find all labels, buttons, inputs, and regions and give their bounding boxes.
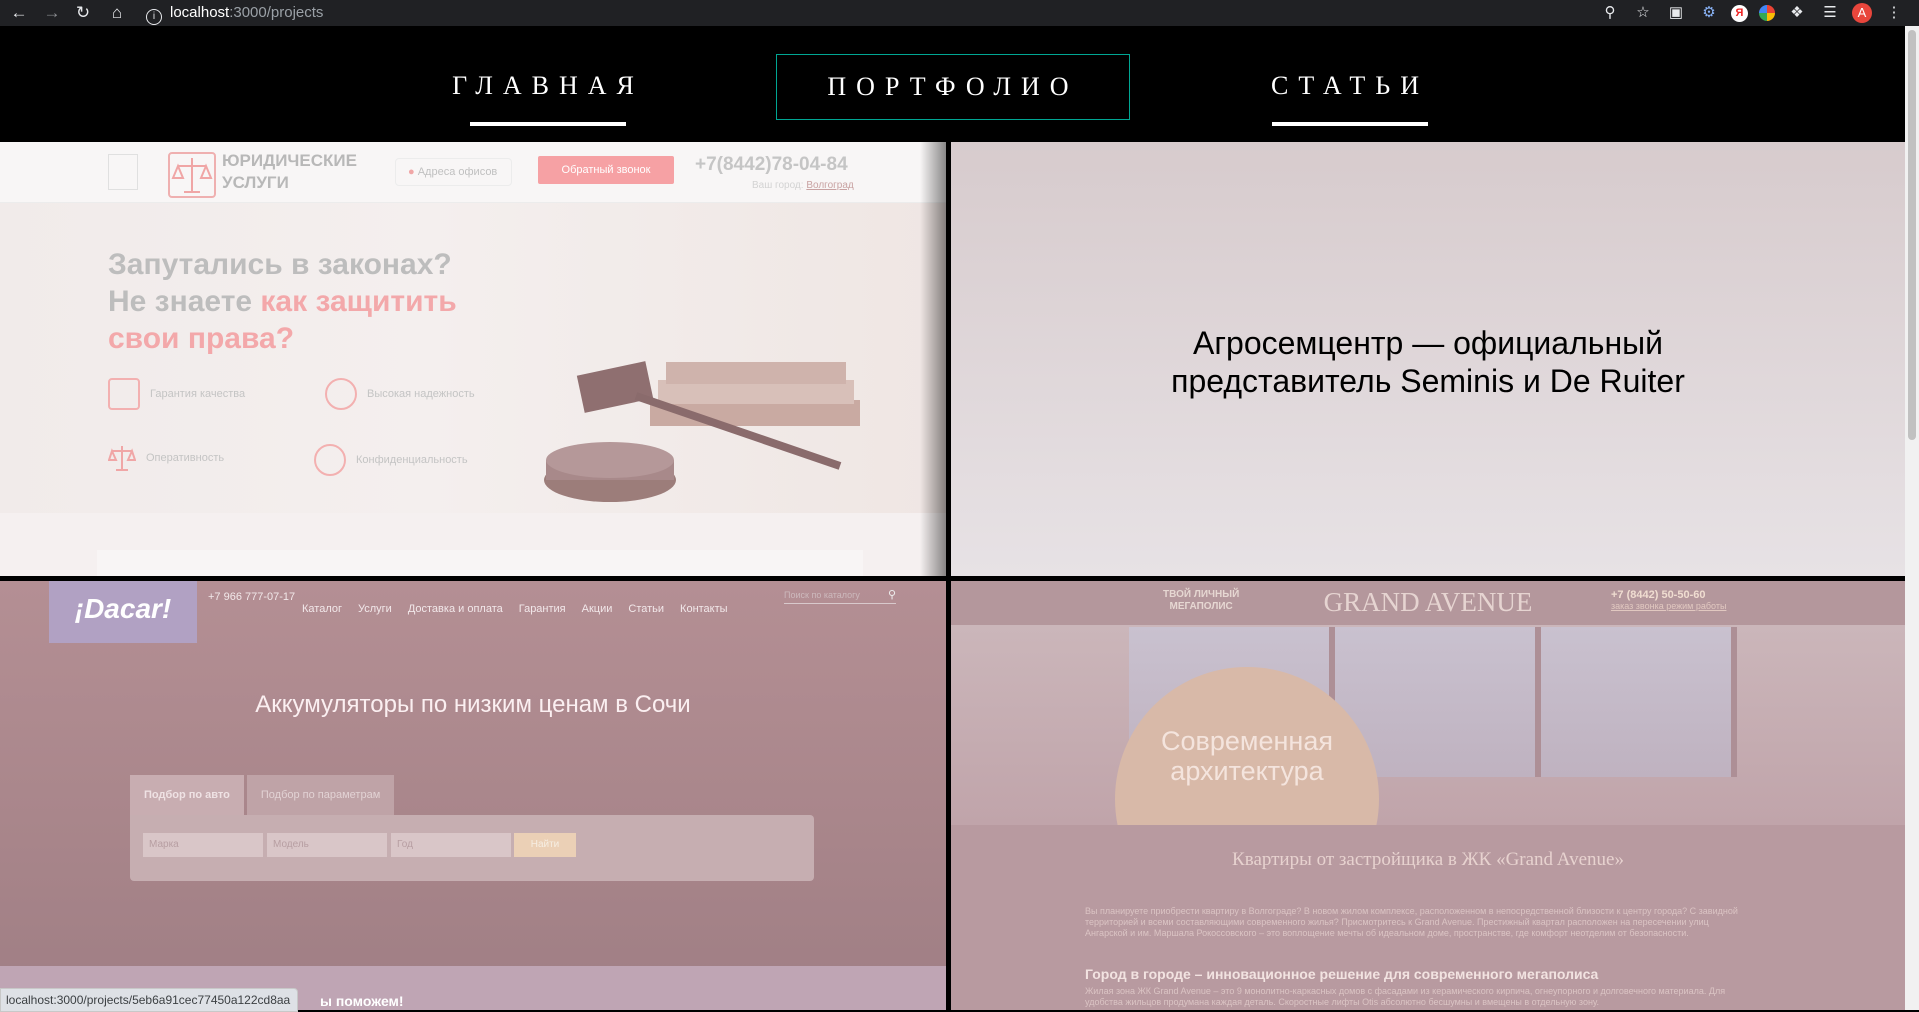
grand-paragraph: Вы планируете приобрести квартиру в Волг… [1085, 906, 1738, 938]
grand-subheading: Город в городе – инновационное решение д… [1085, 966, 1599, 982]
reload-icon[interactable]: ↻ [72, 2, 94, 24]
nav-articles[interactable]: СТАТЬИ [1258, 54, 1442, 118]
gear-extension-icon[interactable]: ⚙ [1698, 2, 1720, 24]
gavel-books-image [544, 361, 860, 502]
browser-actions: ⚲ ☆ ▣ ⚙ Я ❖ ☰ A ⋮ [1599, 2, 1905, 24]
dacar-filter-panel: Марка Модель Год Найти [130, 815, 814, 881]
legal-callback-button: Обратный звонок [538, 156, 674, 184]
dacar-menu-item: Статьи [628, 603, 665, 615]
reliability-icon [325, 378, 357, 410]
legal-logo-icon [168, 152, 216, 198]
profile-avatar[interactable]: A [1852, 3, 1872, 23]
legal-card-shadow [920, 142, 946, 576]
dacar-logo: ¡Dacar! [49, 581, 197, 643]
legal-menu-icon [108, 154, 138, 190]
project-card-agro[interactable]: Агросемцентр — официальный представитель… [951, 142, 1905, 576]
home-icon[interactable]: ⌂ [106, 2, 128, 24]
dacar-tabs: Подбор по авто Подбор по параметрам [130, 775, 395, 815]
dacar-select-make: Марка [143, 833, 263, 857]
more-menu-icon[interactable]: ⋮ [1883, 2, 1905, 24]
legal-phone: +7(8442)78-04-84 [695, 154, 848, 175]
window-pane [1541, 627, 1737, 777]
grand-brand: GRAND AVENUE [1323, 587, 1533, 617]
grand-paragraph-2: Жилая зона ЖК Grand Avenue – это 9 монол… [1085, 986, 1726, 1007]
legal-feature: Высокая надежность [325, 378, 475, 410]
bookmark-star-icon[interactable]: ☆ [1632, 2, 1654, 24]
grand-heading: Квартиры от застройщика в ЖК «Grand Aven… [1232, 849, 1624, 870]
dacar-tab-params: Подбор по параметрам [246, 775, 395, 815]
dacar-select-model: Модель [267, 833, 387, 857]
clock-icon [314, 444, 346, 476]
forward-icon[interactable]: → [41, 2, 63, 24]
dacar-bottom-text: ы поможем! [320, 993, 404, 1009]
dacar-tab-auto: Подбор по авто [130, 775, 244, 815]
agro-title: Агросемцентр — официальный представитель… [1171, 325, 1685, 399]
project-card-grand-avenue[interactable]: ТВОЙ ЛИЧНЫЙ МЕГАПОЛИС GRAND AVENUE +7 (8… [951, 581, 1905, 1010]
legal-feature: Конфиденциальность [314, 444, 468, 476]
grid-divider-horizontal [0, 576, 1905, 581]
legal-address-button: ● Адреса офисов [395, 158, 513, 186]
location-pin-icon: ● [408, 166, 415, 178]
project-card-dacar[interactable]: ¡Dacar! +7 966 777-07-17 Каталог Услуги … [0, 581, 946, 1010]
browser-toolbar: ← → ↻ ⌂ i localhost:3000/projects ⚲ ☆ ▣ ⚙… [0, 0, 1919, 26]
dacar-search: Поиск по каталогу ⚲ [784, 587, 896, 604]
scrollbar-thumb[interactable] [1908, 30, 1916, 440]
dacar-menu: Каталог Услуги Доставка и оплата Гаранти… [302, 603, 728, 615]
legal-headline: Запутались в законах? Не знаете как защи… [108, 248, 457, 355]
camera-extension-icon[interactable]: ▣ [1665, 2, 1687, 24]
dacar-menu-item: Доставка и оплата [407, 603, 503, 615]
dacar-menu-item: Услуги [358, 603, 392, 615]
dacar-menu-item: Гарантия [518, 603, 566, 615]
legal-next-section [97, 550, 863, 576]
url-host: localhost [170, 4, 230, 21]
back-icon[interactable]: ← [8, 2, 30, 24]
reading-list-icon[interactable]: ☰ [1819, 2, 1841, 24]
dacar-menu-item: Акции [581, 603, 613, 615]
legal-header: ЮРИДИЧЕСКИЕ УСЛУГИ ● Адреса офисов Обрат… [0, 142, 946, 203]
project-card-legal[interactable]: ЮРИДИЧЕСКИЕ УСЛУГИ ● Адреса офисов Обрат… [0, 142, 946, 576]
site-nav: ГЛАВНАЯ ПОРТФОЛИО СТАТЬИ [0, 26, 1905, 142]
legal-region: Ваш город: Волгоград [752, 180, 854, 191]
google-extension-icon[interactable] [1759, 5, 1775, 21]
legal-feature: Оперативность [107, 444, 224, 472]
extensions-puzzle-icon[interactable]: ❖ [1786, 2, 1808, 24]
dacar-menu-item: Контакты [680, 603, 728, 615]
zoom-icon[interactable]: ⚲ [1599, 2, 1621, 24]
grand-phone: +7 (8442) 50-50-60 заказ звонка режим ра… [1611, 589, 1727, 611]
scales-icon [107, 444, 137, 472]
nav-portfolio[interactable]: ПОРТФОЛИО [776, 54, 1130, 120]
page-scrollbar[interactable] [1905, 26, 1919, 1010]
dacar-menu-item: Каталог [302, 603, 342, 615]
yandex-extension-icon[interactable]: Я [1731, 4, 1748, 22]
dacar-select-year: Год [391, 833, 511, 857]
legal-feature: Гарантия качества [108, 378, 245, 410]
search-icon: ⚲ [887, 589, 896, 601]
link-status-bar: localhost:3000/projects/5eb6a91cec77450a… [0, 988, 299, 1012]
dacar-heading: Аккумуляторы по низким ценам в Сочи [255, 691, 691, 718]
dacar-phone: +7 966 777-07-17 [208, 591, 296, 603]
nav-home[interactable]: ГЛАВНАЯ [448, 54, 648, 118]
url-path: :3000/projects [229, 4, 324, 21]
dacar-find-button: Найти [514, 833, 576, 857]
site-info-icon[interactable]: i [146, 9, 162, 25]
grand-circle-text: Современная архитектура [1161, 726, 1333, 786]
address-bar[interactable]: i localhost:3000/projects [146, 2, 1566, 25]
quality-icon [108, 378, 140, 410]
legal-logo-text: ЮРИДИЧЕСКИЕ УСЛУГИ [222, 151, 357, 192]
